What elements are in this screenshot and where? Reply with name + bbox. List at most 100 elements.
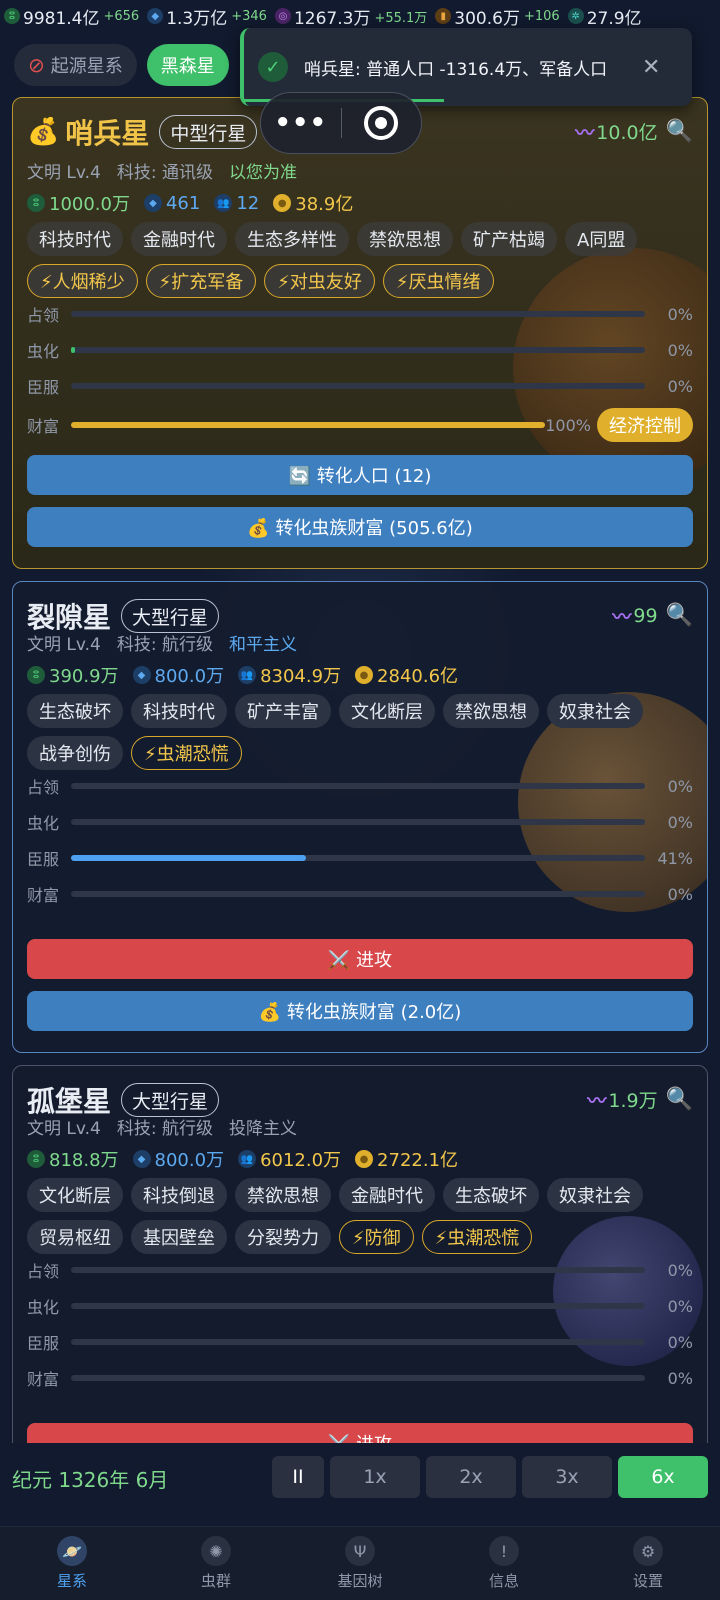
stat-coin: ● 2722.1亿: [355, 1146, 458, 1172]
occupation-bar: 占领 0%: [27, 296, 693, 332]
stat-value: 8304.9万: [260, 666, 342, 687]
era-date: 纪元 1326年 6月: [12, 1467, 169, 1492]
bar-label: 财富: [27, 1370, 60, 1389]
planet-trait-tag: 科技时代: [131, 694, 227, 728]
resource-gear: ✲ 27.9亿: [567, 4, 642, 29]
convert-population-button[interactable]: 🔄 转化人口 (12): [27, 455, 693, 495]
bar-label: 臣服: [27, 850, 60, 869]
nav-galaxy[interactable]: 🪐 星系: [0, 1527, 144, 1600]
planet-power-value: 99: [633, 604, 658, 627]
speed-3x-button[interactable]: 3x: [522, 1456, 612, 1498]
resource-value: 27.9亿: [586, 8, 642, 29]
bar-percent: 41%: [657, 848, 693, 868]
wealth-bar: 财富 0%: [27, 1360, 693, 1396]
tab-heisen-star[interactable]: 黑森星: [146, 44, 229, 86]
worm-icon: 〰: [575, 122, 595, 144]
people-icon: 👥: [238, 666, 257, 684]
bar-percent: 0%: [667, 340, 693, 360]
nav-label: 星系: [56, 1572, 87, 1590]
resource-delta: +656: [103, 8, 140, 24]
occupation-bar: 占领 0%: [27, 1252, 693, 1288]
infestation-bar: 虫化 0%: [27, 1288, 693, 1324]
tab-label: 起源星系: [50, 56, 123, 77]
nav-settings[interactable]: ⚙ 设置: [576, 1527, 720, 1600]
wealth-bar: 财富 0%: [27, 876, 693, 912]
planet-trait-tag: 奴隶社会: [547, 1178, 643, 1212]
settings-icon: ⚙: [633, 1536, 663, 1566]
planet-power-value: 1.9万: [608, 1090, 658, 1112]
convert-wealth-button[interactable]: 💰 转化虫族财富 (505.6亿): [27, 507, 693, 547]
bar-percent: 0%: [667, 304, 693, 324]
stat-value: 818.8万: [49, 1150, 119, 1171]
submission-bar: 臣服 0%: [27, 1324, 693, 1360]
submission-bar: 臣服 0%: [27, 368, 693, 404]
resource-dna: ⵓ 9981.4亿 +656: [4, 4, 139, 29]
ideology: 以您为准: [228, 163, 297, 183]
info-icon: !: [489, 1536, 519, 1566]
tech-level: 科技: 通讯级: [116, 163, 213, 183]
planet-trait-tag: 金融时代: [339, 1178, 435, 1212]
stat-people: 👥 8304.9万: [238, 662, 341, 688]
bar-label: 占领: [27, 1262, 60, 1281]
planet-card-sentinel[interactable]: 💰 哨兵星 中型行星 〰 10.0亿 🔍 文明 Lv.4 科技: 通讯级 以您为…: [12, 97, 708, 569]
planet-trait-tag: A同盟: [565, 222, 638, 256]
people-icon: 👥: [238, 1150, 257, 1168]
stat-value: 1000.0万: [49, 194, 130, 215]
close-miniprogram-button[interactable]: [342, 106, 422, 140]
resource-delta: +346: [231, 8, 267, 24]
bar-label: 臣服: [27, 378, 60, 397]
event-tag: ⚡扩充军备: [145, 264, 257, 298]
planet-trait-tag: 战争创伤: [27, 736, 123, 770]
search-icon[interactable]: 🔍: [666, 119, 693, 144]
event-tag: ⚡虫潮恐慌: [421, 1220, 533, 1254]
close-icon[interactable]: ✕: [642, 55, 660, 80]
speed-6x-button[interactable]: 6x: [618, 1456, 708, 1498]
economic-control-button[interactable]: 经济控制: [597, 408, 693, 442]
nav-label: 信息: [488, 1572, 519, 1590]
gem-icon: ◆: [143, 194, 162, 212]
nav-swarm[interactable]: ✺ 虫群: [144, 1527, 288, 1600]
more-button[interactable]: •••: [261, 108, 341, 138]
stat-value: 390.9万: [49, 666, 119, 687]
bar-label: 虫化: [27, 814, 60, 833]
dna-icon: ⵓ: [4, 8, 20, 24]
resource-gem: ◆ 1.3万亿 +346: [147, 4, 267, 29]
civilization-level: 文明 Lv.4: [27, 163, 101, 183]
people-icon: 👥: [214, 194, 233, 212]
galaxy-tabs: ⊘ 起源星系 黑森星: [14, 44, 229, 86]
record-icon: [364, 106, 399, 140]
stat-value: 6012.0万: [260, 1150, 342, 1171]
stat-people: 👥 12: [214, 190, 259, 216]
attack-button[interactable]: ⚔️ 进攻: [27, 939, 693, 979]
gene-tree-icon: Ψ: [345, 1536, 375, 1566]
planet-trait-tag: 科技时代: [27, 222, 123, 256]
planet-trait-tag: 奴隶社会: [547, 694, 643, 728]
nav-label: 基因树: [337, 1572, 383, 1590]
swarm-icon: ✺: [201, 1536, 231, 1566]
speed-2x-button[interactable]: 2x: [426, 1456, 516, 1498]
tech-level: 科技: 航行级: [116, 1119, 213, 1139]
speed-1x-button[interactable]: 1x: [330, 1456, 420, 1498]
planet-name: 哨兵星: [65, 117, 150, 150]
planet-size-badge: 中型行星: [159, 115, 258, 149]
nav-gene-tree[interactable]: Ψ 基因树: [288, 1527, 432, 1600]
civilization-level: 文明 Lv.4: [27, 1119, 101, 1139]
convert-wealth-button[interactable]: 💰 转化虫族财富 (2.0亿): [27, 991, 693, 1031]
worm-icon: 〰: [612, 606, 632, 628]
planet-size-badge: 大型行星: [121, 599, 220, 633]
planet-card-fortress[interactable]: 孤堡星 大型行星 〰 1.9万 🔍 文明 Lv.4 科技: 航行级 投降主义 ⵓ…: [12, 1065, 708, 1465]
nav-info[interactable]: ! 信息: [432, 1527, 576, 1600]
search-icon[interactable]: 🔍: [666, 603, 693, 628]
bar-percent: 100%: [545, 415, 591, 435]
time-controls: 纪元 1326年 6月 II 1x 2x 3x 6x: [0, 1443, 720, 1513]
pause-button[interactable]: II: [272, 1456, 324, 1498]
planet-trait-tag: 贸易枢纽: [27, 1220, 123, 1254]
tab-origin-galaxy[interactable]: ⊘ 起源星系: [14, 44, 137, 86]
search-icon[interactable]: 🔍: [666, 1087, 693, 1112]
bar-label: 财富: [27, 417, 60, 436]
bar-percent: 0%: [667, 812, 693, 832]
resource-value: 300.6万: [454, 8, 520, 29]
planet-card-rift[interactable]: 裂隙星 大型行星 〰 99 🔍 文明 Lv.4 科技: 航行级 和平主义 ⵓ 39…: [12, 581, 708, 1053]
bar-label: 虫化: [27, 1298, 60, 1317]
submission-bar: 臣服 41%: [27, 840, 693, 876]
